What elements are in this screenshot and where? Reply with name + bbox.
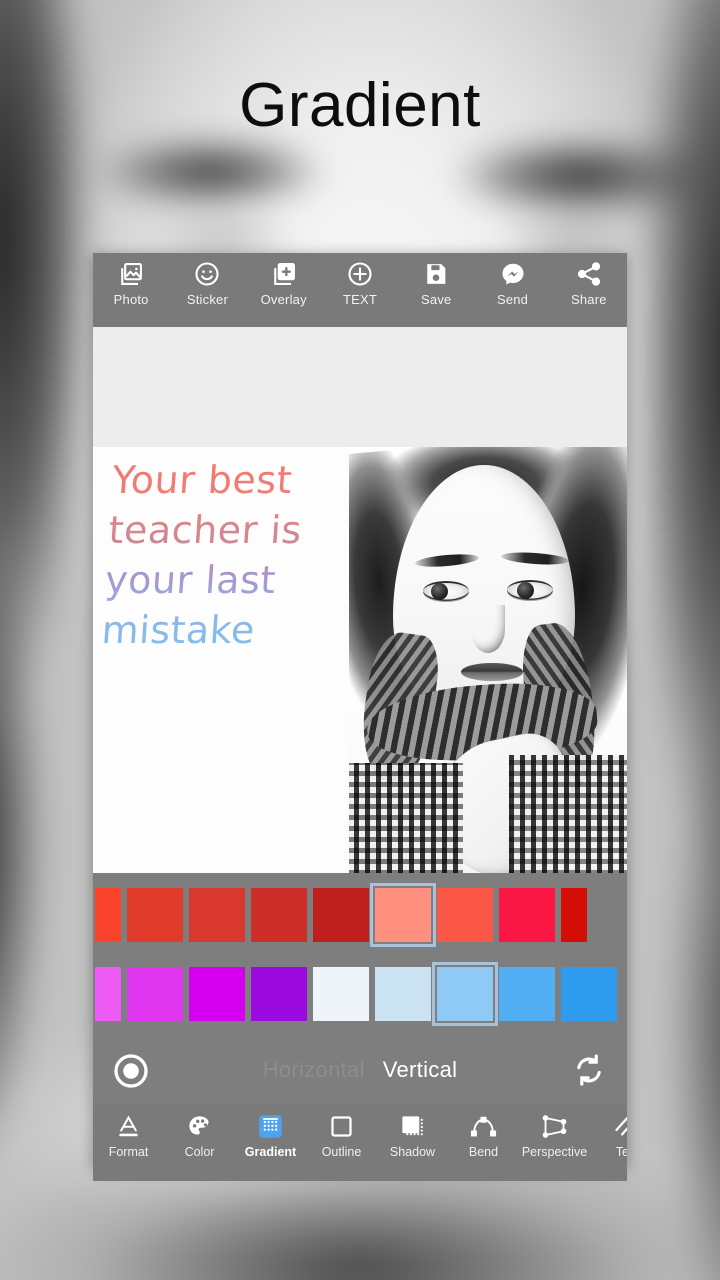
refresh-swap-icon[interactable] <box>571 1052 607 1088</box>
bottom-item-label: Color <box>184 1145 215 1159</box>
color-swatch[interactable] <box>499 888 555 942</box>
bend-arc-icon <box>470 1116 497 1137</box>
color-swatch[interactable] <box>95 888 121 942</box>
gradient-swatch-row-top[interactable] <box>93 873 627 953</box>
editor-workspace[interactable]: Your best teacher is your last mistake <box>93 327 627 873</box>
portrait-lips <box>461 663 523 681</box>
color-swatch[interactable] <box>251 888 307 942</box>
bottom-item-label: Outline <box>321 1145 362 1159</box>
quote-line: Your best <box>110 458 294 502</box>
toolbar-item-label: Sticker <box>186 292 228 307</box>
bottom-item-format[interactable]: Format <box>93 1113 164 1159</box>
overlay-plus-icon <box>273 263 295 285</box>
bottom-item-color[interactable]: Color <box>164 1113 235 1159</box>
messenger-icon <box>502 263 524 285</box>
color-swatch-selected[interactable] <box>432 962 498 1026</box>
portrait-plaid-left <box>349 763 463 873</box>
portrait-photo <box>349 447 627 873</box>
toolbar-item-save[interactable]: Save <box>398 260 474 307</box>
bottom-item-outline[interactable]: Outline <box>306 1113 377 1159</box>
quote-line: teacher is <box>107 508 304 553</box>
save-floppy-icon <box>427 264 446 284</box>
app-screenshot-panel: Photo Sticker Overlay TEXT Save Send Sha… <box>93 253 627 1181</box>
color-swatch[interactable] <box>189 888 245 942</box>
sticker-smiley-icon <box>195 262 219 286</box>
color-swatch[interactable] <box>437 888 493 942</box>
portrait-nose <box>471 605 505 653</box>
bottom-item-perspective[interactable]: Perspective <box>519 1113 590 1159</box>
color-swatch[interactable] <box>189 967 245 1021</box>
toolbar-item-share[interactable]: Share <box>551 260 627 307</box>
bottom-item-label: Format <box>108 1145 149 1159</box>
radio-selected-icon[interactable] <box>113 1053 149 1089</box>
plus-circle-icon <box>348 262 372 286</box>
format-underline-a-icon <box>119 1115 138 1137</box>
toolbar-item-photo[interactable]: Photo <box>93 260 169 307</box>
color-swatch[interactable] <box>127 888 183 942</box>
outline-square-icon <box>331 1116 352 1137</box>
toolbar-item-label: Overlay <box>260 292 307 307</box>
shadow-square-icon <box>402 1116 423 1136</box>
color-swatch[interactable] <box>375 967 431 1021</box>
share-icon <box>577 262 600 286</box>
bottom-item-shadow[interactable]: Shadow <box>377 1113 448 1159</box>
gradient-orientation-row: Horizontal Vertical <box>93 1035 627 1105</box>
canvas-quote-text[interactable]: Your best teacher is your last mistake <box>100 455 364 656</box>
toolbar-item-sticker[interactable]: Sticker <box>169 260 245 307</box>
bottom-item-gradient[interactable]: Gradient <box>235 1113 306 1159</box>
photo-icon <box>121 263 143 285</box>
portrait-pupil-right <box>517 582 534 599</box>
toolbar-item-label: TEXT <box>342 292 377 307</box>
top-toolbar: Photo Sticker Overlay TEXT Save Send Sha… <box>93 253 627 327</box>
toolbar-item-label: Save <box>421 292 452 307</box>
color-swatch[interactable] <box>313 888 369 942</box>
bottom-toolbar: Format Color Gradient Outline Shadow Ben… <box>93 1105 627 1181</box>
color-swatch[interactable] <box>127 967 183 1021</box>
toolbar-item-text[interactable]: TEXT <box>322 260 398 307</box>
color-swatch[interactable] <box>313 967 369 1021</box>
bottom-item-label: Perspective <box>521 1145 588 1159</box>
bottom-item-texture[interactable]: Tex <box>590 1113 627 1159</box>
perspective-quad-icon <box>542 1115 567 1138</box>
bottom-item-label: Tex <box>615 1145 627 1159</box>
toolbar-item-send[interactable]: Send <box>474 260 550 307</box>
quote-line: your last <box>103 558 278 603</box>
quote-line: mistake <box>100 608 257 653</box>
texture-stripes-icon <box>615 1116 627 1136</box>
orientation-option-vertical[interactable]: Vertical <box>383 1057 458 1083</box>
page-title: Gradient <box>239 71 481 140</box>
bottom-item-label: Gradient <box>244 1145 297 1159</box>
canvas-image[interactable]: Your best teacher is your last mistake <box>93 447 627 873</box>
toolbar-item-label: Share <box>570 292 607 307</box>
portrait-plaid-right <box>509 755 627 873</box>
color-swatch[interactable] <box>561 888 587 942</box>
color-swatch[interactable] <box>561 967 617 1021</box>
color-swatch-selected[interactable] <box>370 883 436 947</box>
toolbar-item-label: Photo <box>113 292 149 307</box>
orientation-option-horizontal[interactable]: Horizontal <box>263 1057 365 1083</box>
bottom-item-label: Shadow <box>389 1145 436 1159</box>
toolbar-item-overlay[interactable]: Overlay <box>246 260 322 307</box>
portrait-pupil-left <box>431 583 448 600</box>
gradient-grid-icon <box>259 1115 282 1138</box>
toolbar-item-label: Send <box>496 292 529 307</box>
bottom-item-bend[interactable]: Bend <box>448 1113 519 1159</box>
color-swatch[interactable] <box>251 967 307 1021</box>
gradient-swatch-row-bottom[interactable] <box>93 953 627 1035</box>
color-swatch[interactable] <box>499 967 555 1021</box>
color-palette-icon <box>189 1116 209 1135</box>
color-swatch[interactable] <box>95 967 121 1021</box>
bottom-item-label: Bend <box>468 1145 499 1159</box>
